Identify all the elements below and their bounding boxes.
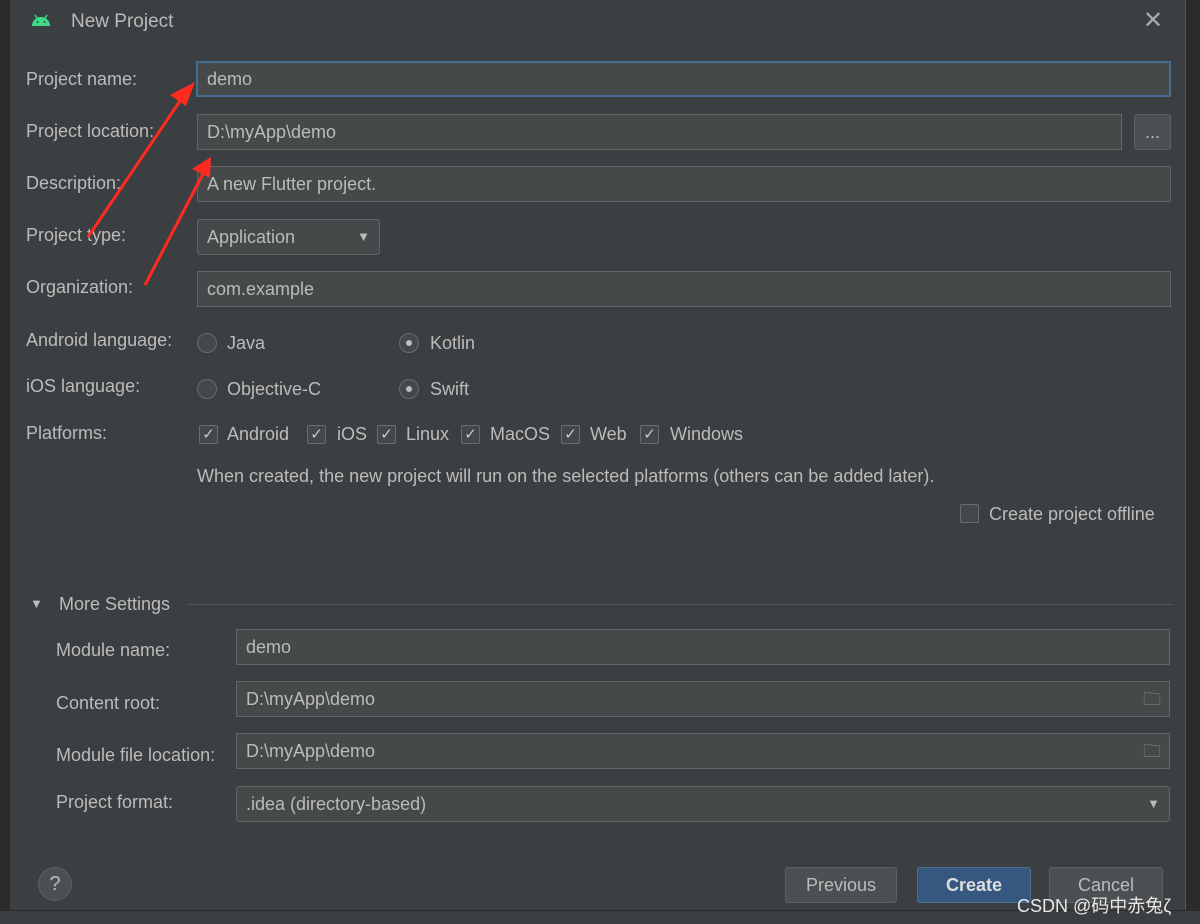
annotation-arrows bbox=[86, 82, 211, 286]
annotation-arrow bbox=[143, 157, 211, 286]
watermark: CSDN @码中赤兔ζ bbox=[1017, 896, 1172, 916]
annotation-arrow bbox=[86, 82, 195, 238]
